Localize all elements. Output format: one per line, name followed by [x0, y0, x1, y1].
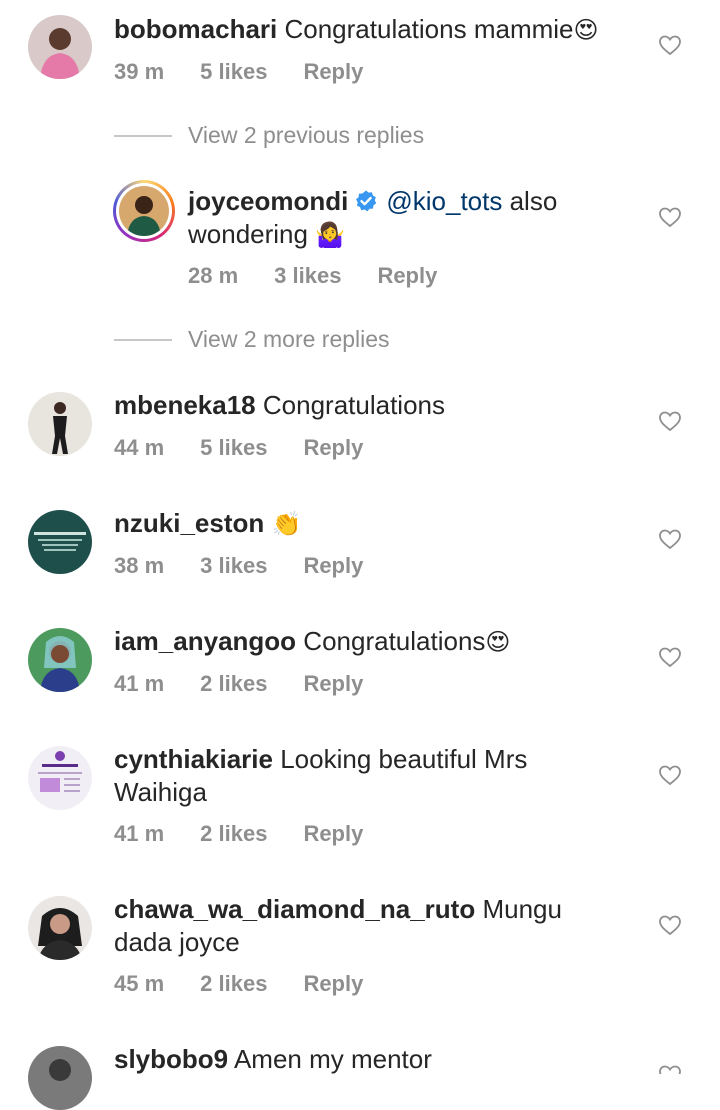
comment-username[interactable]: cynthiakiarie [114, 744, 273, 774]
reply-button[interactable]: Reply [303, 59, 363, 85]
heart-outline-icon[interactable] [658, 763, 682, 787]
reply-button[interactable]: Reply [303, 821, 363, 847]
comment-text: chawa_wa_diamond_na_ruto Mungu dada joyc… [114, 893, 624, 959]
divider-line [114, 134, 172, 137]
comment-likes[interactable]: 2 likes [200, 671, 267, 697]
comment-text: slybobo9 Amen my mentor [114, 1043, 634, 1076]
heart-outline-icon[interactable] [658, 409, 682, 433]
comment-time: 45 m [114, 971, 165, 996]
comment-emoji: 👏 [271, 510, 302, 538]
comment-username[interactable]: chawa_wa_diamond_na_ruto [114, 894, 475, 924]
comment-meta: 41 m 2 likes Reply [114, 671, 363, 697]
comment-username[interactable]: slybobo9 [114, 1044, 228, 1074]
comment-username[interactable]: mbeneka18 [114, 390, 256, 420]
heart-outline-icon[interactable] [658, 33, 682, 57]
avatar[interactable] [28, 510, 92, 574]
reply-likes[interactable]: 3 likes [274, 263, 341, 289]
heart-outline-icon[interactable] [658, 205, 682, 229]
reply-button[interactable]: Reply [303, 671, 363, 697]
avatar[interactable] [28, 1046, 92, 1110]
comment-text: cynthiakiarie Looking beautiful Mrs Waih… [114, 743, 614, 809]
comment-meta: 39 m 5 likes Reply [114, 59, 363, 85]
reply-button[interactable]: Reply [303, 553, 363, 579]
comment-body: Congratulations [303, 626, 486, 656]
comment-meta: 38 m 3 likes Reply [114, 553, 363, 579]
comment-likes[interactable]: 5 likes [200, 59, 267, 85]
comment-likes[interactable]: 3 likes [200, 553, 267, 579]
reply-mention[interactable]: @kio_tots [386, 186, 502, 216]
view-more-replies-label: View 2 more replies [188, 326, 390, 352]
comment-username[interactable]: bobomachari [114, 14, 277, 44]
comment-text: iam_anyangoo Congratulations😍 [114, 625, 634, 659]
reply-body: also [509, 186, 558, 216]
comment-username[interactable]: iam_anyangoo [114, 626, 296, 656]
reply-button[interactable]: Reply [377, 263, 437, 289]
comment-likes[interactable]: 2 likes [200, 821, 267, 847]
verified-badge-icon [354, 189, 378, 213]
heart-outline-icon[interactable] [658, 1063, 682, 1074]
comment-meta: 45 m 2 likes Reply [114, 971, 363, 997]
divider-line [114, 338, 172, 341]
view-previous-replies[interactable]: View 2 previous replies [114, 122, 424, 149]
heart-outline-icon[interactable] [658, 645, 682, 669]
comment-likes[interactable]: 5 likes [200, 435, 267, 461]
comment-meta: 41 m 2 likes Reply [114, 821, 363, 847]
comment-time: 38 m [114, 553, 165, 578]
story-ring[interactable] [113, 180, 175, 242]
heart-outline-icon[interactable] [658, 913, 682, 937]
reply-time: 28 m [188, 263, 239, 288]
comment-time: 39 m [114, 59, 165, 84]
comment-meta: 44 m 5 likes Reply [114, 435, 363, 461]
reply-body-line2: wondering [188, 219, 308, 249]
comment-emoji: 😍 [485, 628, 511, 656]
ring-inner [116, 183, 172, 239]
comment-likes[interactable]: 2 likes [200, 971, 267, 997]
avatar[interactable] [28, 896, 92, 960]
comment-text: bobomachari Congratulations mammie😍 [114, 13, 634, 47]
comment-time: 41 m [114, 821, 165, 846]
comment-body: Congratulations mammie [284, 14, 574, 44]
comment-body: Congratulations [262, 390, 446, 420]
avatar[interactable] [28, 392, 92, 456]
avatar[interactable] [28, 746, 92, 810]
comment-text: mbeneka18 Congratulations [114, 389, 634, 422]
avatar[interactable] [28, 15, 92, 79]
reply-username[interactable]: joyceomondi [188, 186, 348, 216]
avatar [119, 186, 169, 236]
view-more-replies[interactable]: View 2 more replies [114, 326, 390, 353]
reply-button[interactable]: Reply [303, 971, 363, 997]
comment-time: 41 m [114, 671, 165, 696]
reply-button[interactable]: Reply [303, 435, 363, 461]
avatar[interactable] [28, 628, 92, 692]
comment-emoji: 😍 [573, 16, 599, 44]
heart-outline-icon[interactable] [658, 527, 682, 551]
view-previous-replies-label: View 2 previous replies [188, 122, 425, 148]
reply-text: joyceomondi @kio_tots also wondering 🤷‍♀️ [188, 185, 628, 252]
comment-body: Amen my mentor [233, 1044, 432, 1074]
comment-username[interactable]: nzuki_eston [114, 508, 264, 538]
reply-emoji: 🤷‍♀️ [315, 221, 346, 249]
reply-meta: 28 m 3 likes Reply [188, 263, 437, 289]
comment-text: nzuki_eston 👏 [114, 507, 634, 541]
comment-time: 44 m [114, 435, 165, 460]
